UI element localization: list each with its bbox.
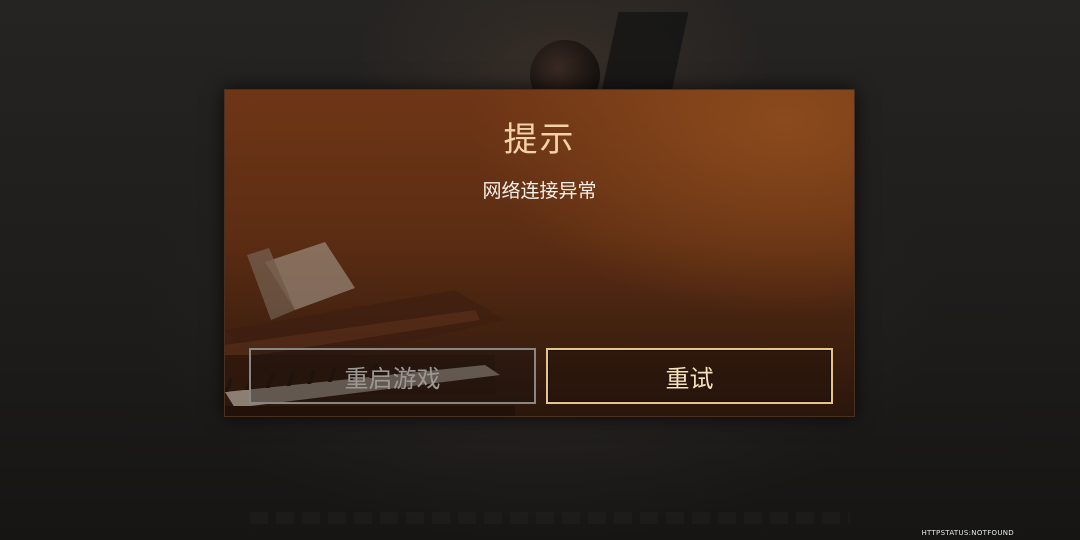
background-faded-text bbox=[250, 512, 850, 524]
background-hat-art bbox=[601, 12, 689, 92]
dialog-title: 提示 bbox=[503, 120, 576, 160]
retry-button[interactable]: 重试 bbox=[546, 348, 833, 404]
game-screen: 提示 网络连接异常 重启游戏 重试 HTTPSTATUS:NOTFOUND bbox=[0, 0, 1080, 540]
http-status-text: HTTPSTATUS:NOTFOUND bbox=[921, 529, 1014, 537]
network-error-dialog: 提示 网络连接异常 重启游戏 重试 bbox=[224, 89, 855, 417]
dialog-message: 网络连接异常 bbox=[482, 180, 597, 202]
restart-game-button[interactable]: 重启游戏 bbox=[249, 348, 536, 404]
